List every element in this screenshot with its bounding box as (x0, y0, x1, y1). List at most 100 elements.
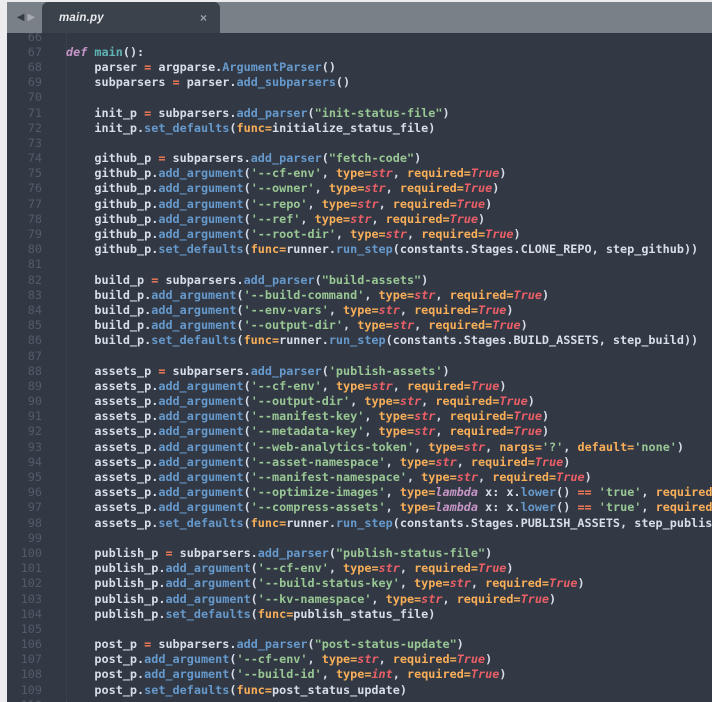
code-text: assets_p.set_defaults(func=runner.run_st… (66, 515, 712, 530)
line-number: 100 (20, 545, 42, 560)
forward-arrow-icon[interactable]: ▶ (28, 12, 36, 23)
code-text: github_p.add_argument('--repo', type=str… (66, 196, 493, 211)
line-number: 92 (27, 424, 42, 439)
line-number: 78 (27, 211, 42, 226)
line-number: 75 (27, 166, 42, 181)
code-text: github_p.add_argument('--root-dir', type… (66, 227, 521, 242)
code-text: publish_p.add_argument('--kv-namespace',… (66, 591, 557, 606)
code-text: assets_p.add_argument('--manifest-namesp… (66, 470, 592, 485)
code-line[interactable]: 106 post_p = subparsers.add_parser("post… (7, 637, 712, 652)
code-line[interactable]: 94 assets_p.add_argument('--asset-namesp… (7, 454, 712, 469)
code-line[interactable]: 77 github_p.add_argument('--repo', type=… (7, 196, 712, 211)
code-lines: 66 67 def main(): 68 parser = argparse.Argu… (7, 33, 712, 702)
code-line[interactable]: 88 assets_p = subparsers.add_parser('pub… (7, 363, 712, 378)
code-line[interactable]: 96 assets_p.add_argument('--optimize-ima… (7, 485, 712, 500)
line-number: 79 (27, 227, 42, 242)
code-text: publish_p.add_argument('--build-status-k… (66, 576, 585, 591)
code-line[interactable]: 73 (7, 135, 712, 150)
code-line[interactable]: 92 assets_p.add_argument('--metadata-key… (7, 424, 712, 439)
code-line[interactable]: 79 github_p.add_argument('--root-dir', t… (7, 226, 712, 241)
tab-close-icon[interactable]: × (200, 12, 207, 24)
code-text: build_p.add_argument('--build-command', … (66, 287, 550, 302)
code-text: assets_p.add_argument('--cf-env', type=s… (66, 378, 507, 393)
code-line[interactable]: 99 (7, 530, 712, 545)
code-line[interactable]: 76 github_p.add_argument('--owner', type… (7, 181, 712, 196)
line-number: 68 (27, 59, 42, 74)
code-line[interactable]: 101 publish_p.add_argument('--cf-env', t… (7, 561, 712, 576)
code-text: build_p.add_argument('--env-vars', type=… (66, 302, 514, 317)
code-line[interactable]: 70 (7, 90, 712, 105)
code-editor[interactable]: 66 67 def main(): 68 parser = argparse.Argu… (7, 33, 712, 702)
code-line[interactable]: 74 github_p = subparsers.add_parser("fet… (7, 151, 712, 166)
code-line[interactable]: 69 subparsers = parser.add_subparsers() (7, 75, 712, 90)
code-text: init_p.set_defaults(func=initialize_stat… (66, 120, 436, 135)
back-arrow-icon[interactable]: ◀ (17, 12, 25, 23)
code-line[interactable]: 103 publish_p.add_argument('--kv-namespa… (7, 591, 712, 606)
line-number: 84 (27, 302, 42, 317)
code-line[interactable]: 104 publish_p.set_defaults(func=publish_… (7, 606, 712, 621)
code-text: build_p.set_defaults(func=runner.run_ste… (66, 333, 699, 348)
line-number: 93 (27, 439, 42, 454)
tab-nav-controls: ◀ ▶ (7, 2, 45, 33)
code-line[interactable]: 90 assets_p.add_argument('--output-dir',… (7, 394, 712, 409)
line-number: 96 (27, 485, 42, 500)
tab-title: main.py (59, 11, 104, 24)
code-line[interactable]: 83 build_p.add_argument('--build-command… (7, 287, 712, 302)
code-text: post_p = subparsers.add_parser("post-sta… (66, 637, 464, 652)
code-line[interactable]: 68 parser = argparse.ArgumentParser() (7, 59, 712, 74)
code-text: post_p.add_argument('--build-id', type=i… (66, 667, 507, 682)
code-line[interactable]: 89 assets_p.add_argument('--cf-env', typ… (7, 378, 712, 393)
code-line[interactable]: 107 post_p.add_argument('--cf-env', type… (7, 652, 712, 667)
code-line[interactable]: 100 publish_p = subparsers.add_parser("p… (7, 545, 712, 560)
line-number: 94 (27, 454, 42, 469)
code-text: init_p = subparsers.add_parser("init-sta… (66, 105, 450, 120)
code-text: subparsers = parser.add_subparsers() (66, 75, 351, 90)
code-line[interactable]: 75 github_p.add_argument('--cf-env', typ… (7, 166, 712, 181)
code-text: publish_p = subparsers.add_parser("publi… (66, 545, 493, 560)
code-line[interactable]: 108 post_p.add_argument('--build-id', ty… (7, 667, 712, 682)
line-number: 104 (20, 606, 42, 621)
tab-main-py[interactable]: main.py × (42, 2, 220, 33)
line-number: 86 (27, 333, 42, 348)
editor-window: ◀ ▶ main.py × 66 67 def main(): 68 parser =… (7, 2, 712, 702)
code-line[interactable]: 93 assets_p.add_argument('--web-analytic… (7, 439, 712, 454)
tab-bar: ◀ ▶ main.py × (7, 2, 712, 33)
code-text: build_p = subparsers.add_parser("build-a… (66, 272, 429, 287)
line-number: 83 (27, 287, 42, 302)
line-number: 106 (20, 637, 42, 652)
code-text: publish_p.set_defaults(func=publish_stat… (66, 606, 436, 621)
line-number: 91 (27, 409, 42, 424)
code-line[interactable]: 98 assets_p.set_defaults(func=runner.run… (7, 515, 712, 530)
code-line[interactable]: 87 (7, 348, 712, 363)
code-text: def main(): (66, 44, 145, 59)
code-line[interactable]: 82 build_p = subparsers.add_parser("buil… (7, 272, 712, 287)
code-line[interactable]: 110 (7, 697, 712, 702)
code-text: assets_p.add_argument('--compress-assets… (66, 500, 712, 515)
code-text: github_p.add_argument('--ref', type=str,… (66, 211, 486, 226)
code-line[interactable]: 95 assets_p.add_argument('--manifest-nam… (7, 469, 712, 484)
line-number: 90 (27, 394, 42, 409)
code-text: assets_p.add_argument('--optimize-images… (66, 485, 712, 500)
code-line[interactable]: 67 def main(): (7, 44, 712, 59)
code-line[interactable]: 84 build_p.add_argument('--env-vars', ty… (7, 302, 712, 317)
line-number: 102 (20, 576, 42, 591)
code-line[interactable]: 86 build_p.set_defaults(func=runner.run_… (7, 333, 712, 348)
code-line[interactable]: 81 (7, 257, 712, 272)
line-number: 70 (27, 90, 42, 105)
code-line[interactable]: 102 publish_p.add_argument('--build-stat… (7, 576, 712, 591)
code-line[interactable]: 66 (7, 33, 712, 44)
code-line[interactable]: 85 build_p.add_argument('--output-dir', … (7, 318, 712, 333)
line-number: 89 (27, 378, 42, 393)
code-line[interactable]: 91 assets_p.add_argument('--manifest-key… (7, 409, 712, 424)
code-text: assets_p = subparsers.add_parser('publis… (66, 363, 450, 378)
code-line[interactable]: 105 (7, 621, 712, 636)
code-line[interactable]: 97 assets_p.add_argument('--compress-ass… (7, 500, 712, 515)
code-text: github_p.set_defaults(func=runner.run_st… (66, 242, 699, 257)
code-line[interactable]: 72 init_p.set_defaults(func=initialize_s… (7, 120, 712, 135)
code-line[interactable]: 78 github_p.add_argument('--ref', type=s… (7, 211, 712, 226)
code-text: github_p = subparsers.add_parser("fetch-… (66, 151, 422, 166)
line-number: 98 (27, 515, 42, 530)
code-line[interactable]: 109 post_p.set_defaults(func=post_status… (7, 682, 712, 697)
code-line[interactable]: 80 github_p.set_defaults(func=runner.run… (7, 242, 712, 257)
code-line[interactable]: 71 init_p = subparsers.add_parser("init-… (7, 105, 712, 120)
